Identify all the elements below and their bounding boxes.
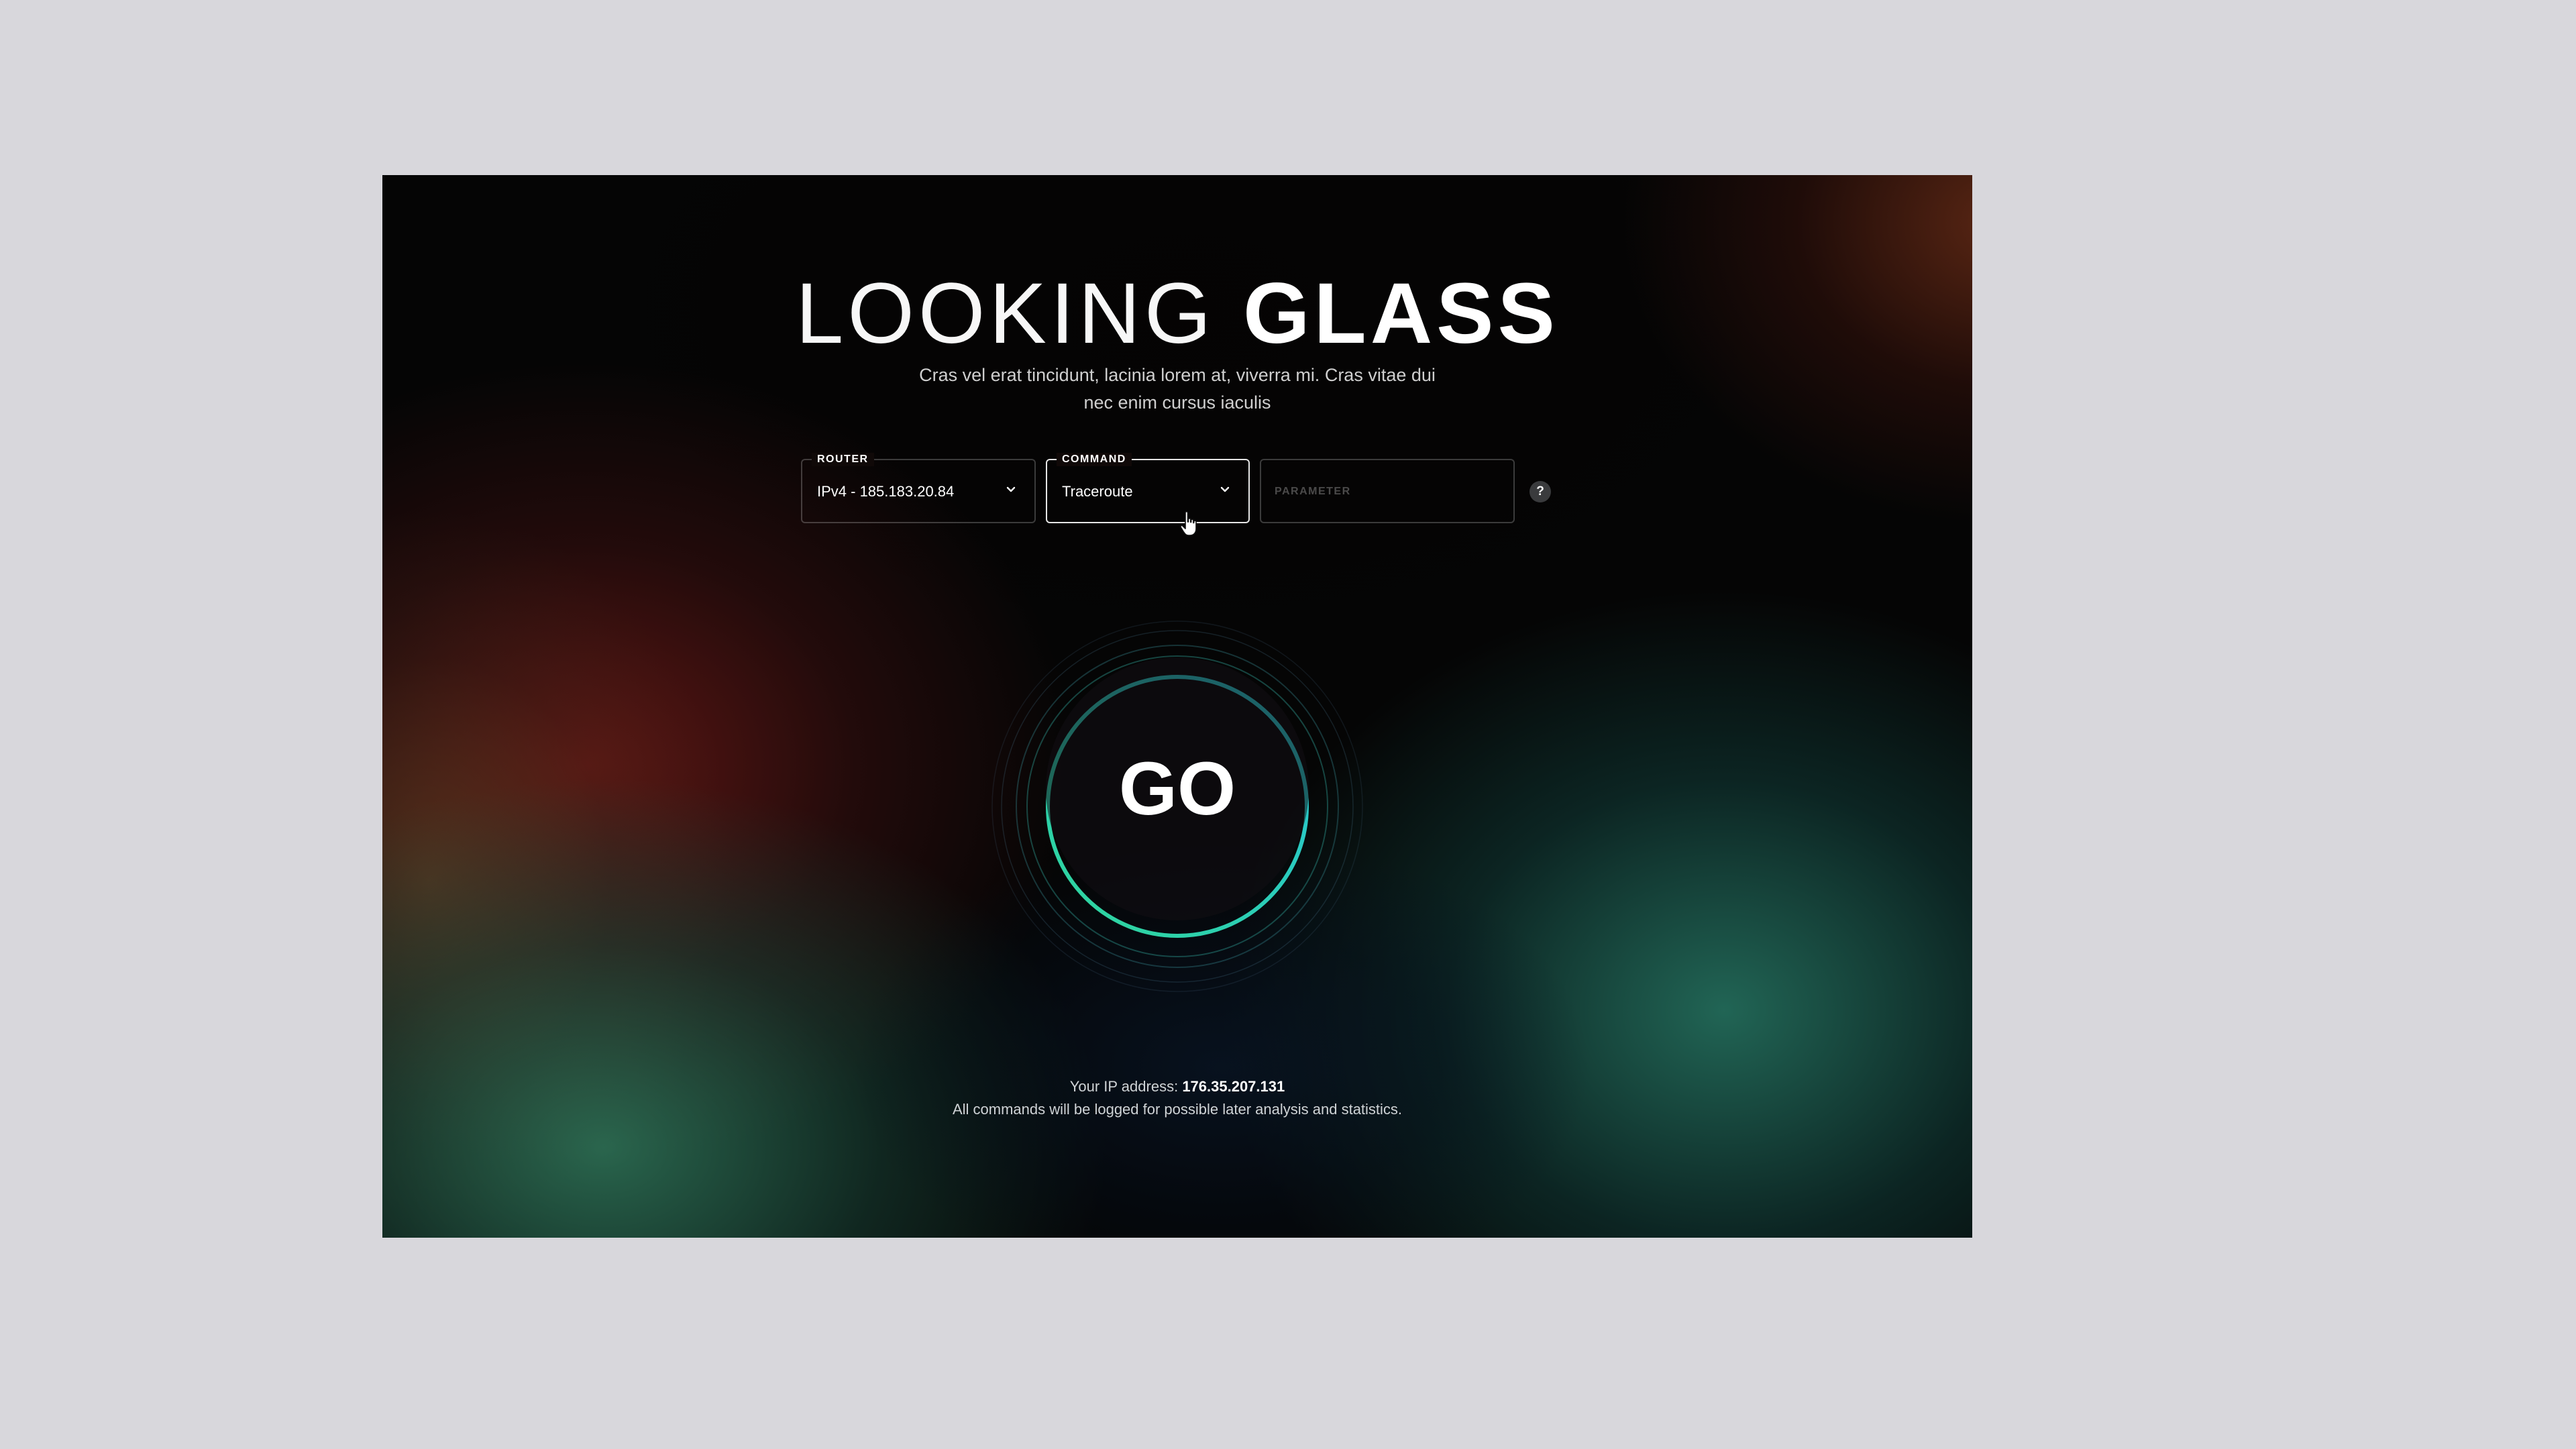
parameter-field [1260,459,1515,523]
page-title: LOOKING GLASS [382,262,1972,366]
ip-address-line: Your IP address: 176.35.207.131 [382,1077,1972,1097]
parameter-input[interactable] [1273,479,1491,504]
help-icon[interactable]: ? [1529,481,1551,502]
router-select[interactable]: ROUTER IPv4 - 185.183.20.84 [801,453,1036,523]
ip-address-value: 176.35.207.131 [1182,1078,1285,1095]
page-subtitle: Cras vel erat tincidunt, lacinia lorem a… [875,362,1479,417]
background-glow [382,511,731,1238]
router-label: ROUTER [812,453,874,466]
chevron-down-icon [1006,486,1016,492]
subtitle-line: nec enim cursus iaculis [1083,392,1271,413]
ip-address-label: Your IP address: [1069,1078,1179,1095]
go-button[interactable]: GO [1046,657,1309,920]
router-value: IPv4 - 185.183.20.84 [817,483,955,500]
logging-notice: All commands will be logged for possible… [952,1101,1403,1118]
hand-pointer-icon [1180,511,1197,536]
looking-glass-panel: LOOKING GLASS Cras vel erat tincidunt, l… [382,175,1972,1238]
subtitle-line: Cras vel erat tincidunt, lacinia lorem a… [919,365,1436,385]
command-value: Traceroute [1062,483,1133,500]
chevron-down-icon [1220,486,1230,492]
command-label: COMMAND [1057,453,1132,466]
page-title-bold: GLASS [1242,266,1559,362]
go-button-label: GO [1118,747,1236,830]
command-select[interactable]: COMMAND Traceroute [1046,453,1250,523]
page-title-light: LOOKING [796,266,1216,362]
